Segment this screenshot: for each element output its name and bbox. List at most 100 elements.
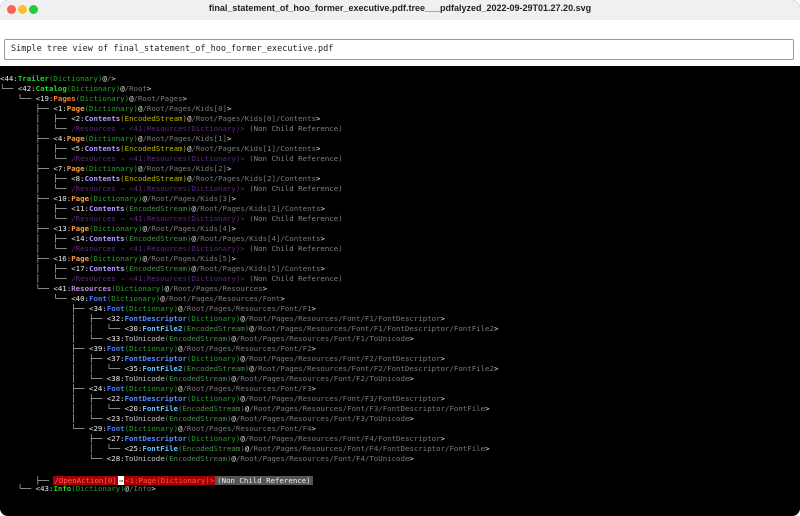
tree-branch-prefix: │ └──	[0, 334, 107, 343]
tree-node-line[interactable]: │ ├── <37:FontDescriptor(Dictionary)@/Ro…	[0, 354, 445, 364]
tree-node-line[interactable]: ├── <10:Page(Dictionary)@/Root/Pages/Kid…	[0, 194, 236, 204]
node-key: Trailer	[17, 74, 49, 83]
node-id: <16:	[53, 254, 72, 263]
tree-node-line[interactable]: │ └── <23:ToUnicode(EncodedStream)@/Root…	[0, 414, 414, 424]
node-path: /Root/Pages/Resources/Font/F3/ToUnicode	[235, 414, 410, 423]
tree-node-line[interactable]: └── <19:Pages(Dictionary)@/Root/Pages>	[0, 94, 187, 104]
resource-reference: /Resources ⇒ <41:Resources(Dictionary)>	[71, 184, 245, 193]
tree-branch-prefix: │ └──	[0, 274, 72, 283]
tree-node-line[interactable]: │ └── /Resources ⇒ <41:Resources(Diction…	[0, 274, 343, 284]
node-id: <38:	[106, 374, 125, 383]
node-path: /Root/Pages/Kids[2]/Contents	[191, 174, 316, 183]
tree-branch-prefix: ├──	[0, 104, 54, 113]
tree-node-line[interactable]: │ ├── <32:FontDescriptor(Dictionary)@/Ro…	[0, 314, 445, 324]
node-type: Dictionary	[129, 424, 174, 433]
tree-node-line[interactable]: │ └── /Resources ⇒ <41:Resources(Diction…	[0, 154, 343, 164]
node-suffix: >	[315, 144, 321, 153]
tree-node-line[interactable]: │ ├── <8:Contents(EncodedStream)@/Root/P…	[0, 174, 321, 184]
tree-node-line[interactable]: │ └── <38:ToUnicode(EncodedStream)@/Root…	[0, 374, 414, 384]
tree-node-line[interactable]: │ │ └── <30:FontFile2(EncodedStream)@/Ro…	[0, 324, 498, 334]
tree-node-line[interactable]: │ └── /Resources ⇒ <41:Resources(Diction…	[0, 184, 343, 194]
tree-node-line[interactable]: ├── <24:Font(Dictionary)@/Root/Pages/Res…	[0, 384, 316, 394]
node-type: Dictionary	[191, 434, 236, 443]
tree-branch-prefix: ├──	[0, 434, 107, 443]
tree-node-line[interactable]: │ ├── <22:FontDescriptor(Dictionary)@/Ro…	[0, 394, 445, 404]
node-key: Font	[106, 424, 125, 433]
tree-node-line[interactable]: ├── <13:Page(Dictionary)@/Root/Pages/Kid…	[0, 224, 236, 234]
node-path: /Root/Pages/Resources/Font/F2/FontDescri…	[253, 364, 494, 373]
node-id: <22:	[106, 394, 125, 403]
node-suffix: >	[409, 374, 414, 383]
node-key: FontFile	[142, 404, 179, 413]
node-id: <11:	[71, 204, 90, 213]
node-key: Contents	[89, 204, 125, 213]
tree-branch-prefix: │ │ └──	[0, 404, 125, 413]
tree-branch-prefix: │ └──	[0, 184, 72, 193]
node-id: <39:	[89, 344, 107, 353]
node-path: /Root/Pages/Resources/Font/F1	[182, 304, 312, 313]
tree-node-line[interactable]: ├── <4:Page(Dictionary)@/Root/Pages/Kids…	[0, 134, 232, 144]
node-id: <33:	[106, 334, 125, 343]
tree-node-line[interactable]: └── <42:Catalog(Dictionary)@/Root>	[0, 84, 151, 94]
tree-node-line[interactable]: └── <41:Resources(Dictionary)@/Root/Page…	[0, 284, 267, 294]
tree-node-line[interactable]: │ └── /Resources ⇒ <41:Resources(Diction…	[0, 244, 343, 254]
node-id: <20:	[124, 404, 143, 413]
tree-branch-prefix: │ ├──	[0, 204, 72, 213]
node-key: ToUnicode	[124, 454, 165, 463]
node-suffix: >	[231, 194, 236, 203]
node-type: Dictionary	[93, 224, 138, 233]
node-type: EncodedStream	[124, 174, 183, 183]
node-suffix: >	[485, 404, 490, 413]
tree-branch-prefix: └──	[0, 84, 18, 93]
node-key: Contents	[84, 174, 121, 183]
tree-node-line[interactable]: │ ├── <11:Contents(EncodedStream)@/Root/…	[0, 204, 325, 214]
node-key: Contents	[84, 144, 121, 153]
tree-node-line[interactable]: ├── <39:Font(Dictionary)@/Root/Pages/Res…	[0, 344, 316, 354]
node-id: <10:	[53, 194, 72, 203]
node-suffix: >	[311, 384, 316, 393]
node-type: EncodedStream	[186, 324, 245, 333]
tree-branch-prefix: │ ├──	[0, 174, 72, 183]
node-path: /Root/Pages/Resources/Font/F1/FontDescri…	[244, 314, 441, 323]
tree-node-line[interactable]: ├── <7:Page(Dictionary)@/Root/Pages/Kids…	[0, 164, 232, 174]
node-path: /Root/Pages	[133, 94, 183, 103]
tree-node-line[interactable]: ├── <34:Font(Dictionary)@/Root/Pages/Res…	[0, 304, 316, 314]
tree-node-line[interactable]: │ ├── <14:Contents(EncodedStream)@/Root/…	[0, 234, 325, 244]
tree-node-line[interactable]: │ └── /Resources ⇒ <41:Resources(Diction…	[0, 124, 343, 134]
node-id: <34:	[89, 304, 107, 313]
node-type: EncodedStream	[169, 454, 227, 463]
tree-node-line[interactable]: │ └── /Resources ⇒ <41:Resources(Diction…	[0, 214, 343, 224]
node-suffix: >	[320, 264, 325, 273]
node-suffix: >	[280, 294, 285, 303]
tree-node-line[interactable]: │ │ └── <20:FontFile(EncodedStream)@/Roo…	[0, 404, 490, 414]
node-path: /Root/Pages/Resources/Font/F4/ToUnicode	[235, 454, 410, 463]
tree-branch-prefix: │ ├──	[0, 114, 72, 123]
title-bar: final_statement_of_hoo_former_executive.…	[0, 0, 800, 21]
resource-reference: /Resources ⇒ <41:Resources(Dictionary)>	[71, 274, 245, 283]
window-title: final_statement_of_hoo_former_executive.…	[208, 3, 592, 13]
tree-node-line[interactable]: <44:Trailer(Dictionary)@/>	[0, 74, 116, 84]
tree-node-line[interactable]: │ └── <33:ToUnicode(EncodedStream)@/Root…	[0, 334, 414, 344]
tree-node-line[interactable]: ├── <16:Page(Dictionary)@/Root/Pages/Kid…	[0, 254, 236, 264]
tree-node-line[interactable]: │ └── <25:FontFile(EncodedStream)@/Root/…	[0, 444, 490, 454]
node-suffix: >	[182, 94, 187, 103]
tree-node-line[interactable]: │ │ └── <35:FontFile2(EncodedStream)@/Ro…	[0, 364, 498, 374]
node-key: Font	[89, 294, 107, 303]
tree-node-line[interactable]: └── <40:Font(Dictionary)@/Root/Pages/Res…	[0, 294, 285, 304]
node-id: <17:	[71, 264, 90, 273]
node-key: Page	[66, 104, 85, 113]
tree-node-line[interactable]: │ ├── <2:Contents(EncodedStream)@/Root/P…	[0, 114, 321, 124]
tree-node-line[interactable]: ├── <1:Page(Dictionary)@/Root/Pages/Kids…	[0, 104, 232, 114]
tree-node-line[interactable]: ├── <27:FontDescriptor(Dictionary)@/Root…	[0, 434, 445, 444]
tree-node-line[interactable]: │ ├── <17:Contents(EncodedStream)@/Root/…	[0, 264, 325, 274]
node-suffix: >	[111, 74, 116, 83]
tree-node-line[interactable]: │ ├── <5:Contents(EncodedStream)@/Root/P…	[0, 144, 321, 154]
tree-node-line[interactable]: └── <28:ToUnicode(EncodedStream)@/Root/P…	[0, 454, 414, 464]
node-key: FontDescriptor	[124, 434, 187, 443]
tree-node-line[interactable]: └── <29:Font(Dictionary)@/Root/Pages/Res…	[0, 424, 316, 434]
node-suffix: >	[226, 104, 232, 113]
node-type: Dictionary	[75, 484, 121, 493]
node-type: Dictionary	[191, 394, 236, 403]
node-type: EncodedStream	[124, 114, 183, 123]
node-type: Dictionary	[129, 384, 174, 393]
